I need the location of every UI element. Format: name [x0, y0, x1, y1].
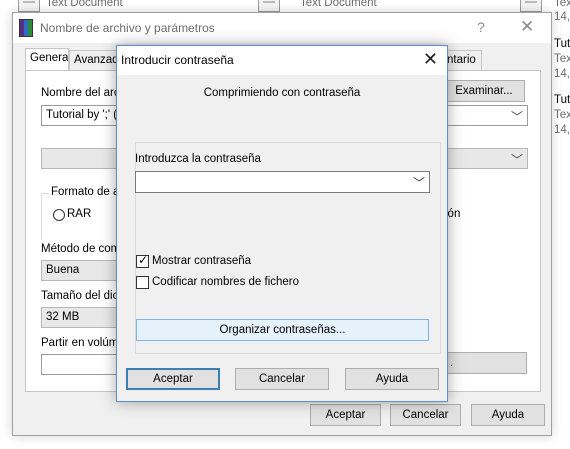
file-type-label: Text Document	[300, 0, 377, 9]
password-input[interactable]: ﹀	[135, 171, 430, 193]
method-value: Buena	[46, 264, 80, 276]
password-dialog: Introducir contraseña ✕ Comprimiendo con…	[116, 45, 448, 402]
show-password-checkbox[interactable]: ✓	[136, 253, 149, 268]
cancel-button[interactable]: Cancelar	[390, 404, 461, 426]
archive-name-value: Tutorial by ';' (	[46, 109, 118, 121]
file-size-label: 14,9	[554, 68, 570, 80]
tab-general[interactable]: General	[25, 48, 69, 71]
dictionary-size-label: Tamaño del dicc	[41, 290, 125, 302]
file-type-label: Tex	[554, 109, 570, 121]
method-combo[interactable]: Buena	[41, 260, 121, 281]
method-label: Método de comp	[41, 243, 127, 255]
close-icon[interactable]: ✕	[520, 17, 534, 37]
close-icon[interactable]: ✕	[423, 49, 438, 70]
chevron-down-icon[interactable]: ﹀	[413, 174, 425, 191]
dialog-title-bar: Introducir contraseña ✕	[117, 46, 447, 75]
split-volumes-label: Partir en volúme	[41, 337, 125, 349]
dialog-title: Introducir contraseña	[121, 53, 234, 67]
dictionary-size-value: 32 MB	[46, 311, 80, 323]
file-size-label: 14,9	[554, 124, 570, 136]
password-label: Introduzca la contraseña	[135, 153, 261, 165]
text-file-icon	[18, 0, 40, 12]
cancel-button[interactable]: Cancelar	[235, 368, 329, 390]
chevron-down-icon: ﹀	[510, 153, 523, 167]
organize-passwords-button[interactable]: Organizar contraseñas...	[136, 319, 429, 341]
text-file-icon	[258, 0, 280, 12]
window-title: Nombre de archivo y parámetros	[40, 21, 215, 35]
file-name-label: Tut	[554, 94, 570, 106]
show-password-label: Mostrar contraseña	[152, 255, 252, 267]
rar-label: RAR	[67, 208, 92, 220]
encrypt-file-names-label: Codificar nombres de fichero	[152, 276, 300, 288]
archive-name-label: Nombre del arch	[41, 87, 127, 99]
ok-button[interactable]: Aceptar	[126, 368, 220, 390]
title-bar: Nombre de archivo y parámetros ? ✕	[13, 13, 551, 43]
file-size-label: 14,9	[554, 11, 570, 23]
file-name-label: Tut	[554, 38, 570, 50]
format-label: Formato de ar	[49, 186, 126, 198]
file-type-label: Tex	[554, 0, 570, 9]
text-file-icon	[520, 0, 542, 12]
help-icon[interactable]: ?	[477, 19, 485, 35]
split-volumes-combo[interactable]	[41, 354, 121, 375]
tab-advanced[interactable]: Avanzad	[69, 50, 121, 71]
dictionary-size-combo[interactable]: 32 MB	[41, 307, 121, 328]
file-type-label: Text Document	[46, 0, 123, 9]
winrar-icon	[19, 19, 33, 37]
ok-button[interactable]: Aceptar	[310, 404, 381, 426]
file-type-label: Tex	[554, 53, 570, 65]
tab-comment[interactable]: ntario	[444, 50, 482, 71]
split-volumes-button[interactable]: .	[443, 352, 527, 374]
dialog-subtitle: Comprimiendo con contraseña	[203, 87, 361, 99]
checkmark-icon: ✓	[138, 253, 149, 267]
help-button[interactable]: Ayuda	[345, 368, 439, 390]
help-button[interactable]: Ayuda	[471, 404, 545, 426]
chevron-down-icon: ﹀	[510, 110, 523, 124]
browse-button[interactable]: Examinar...	[443, 80, 525, 102]
rar-radio[interactable]	[53, 209, 65, 221]
encrypt-file-names-checkbox[interactable]	[136, 276, 149, 289]
